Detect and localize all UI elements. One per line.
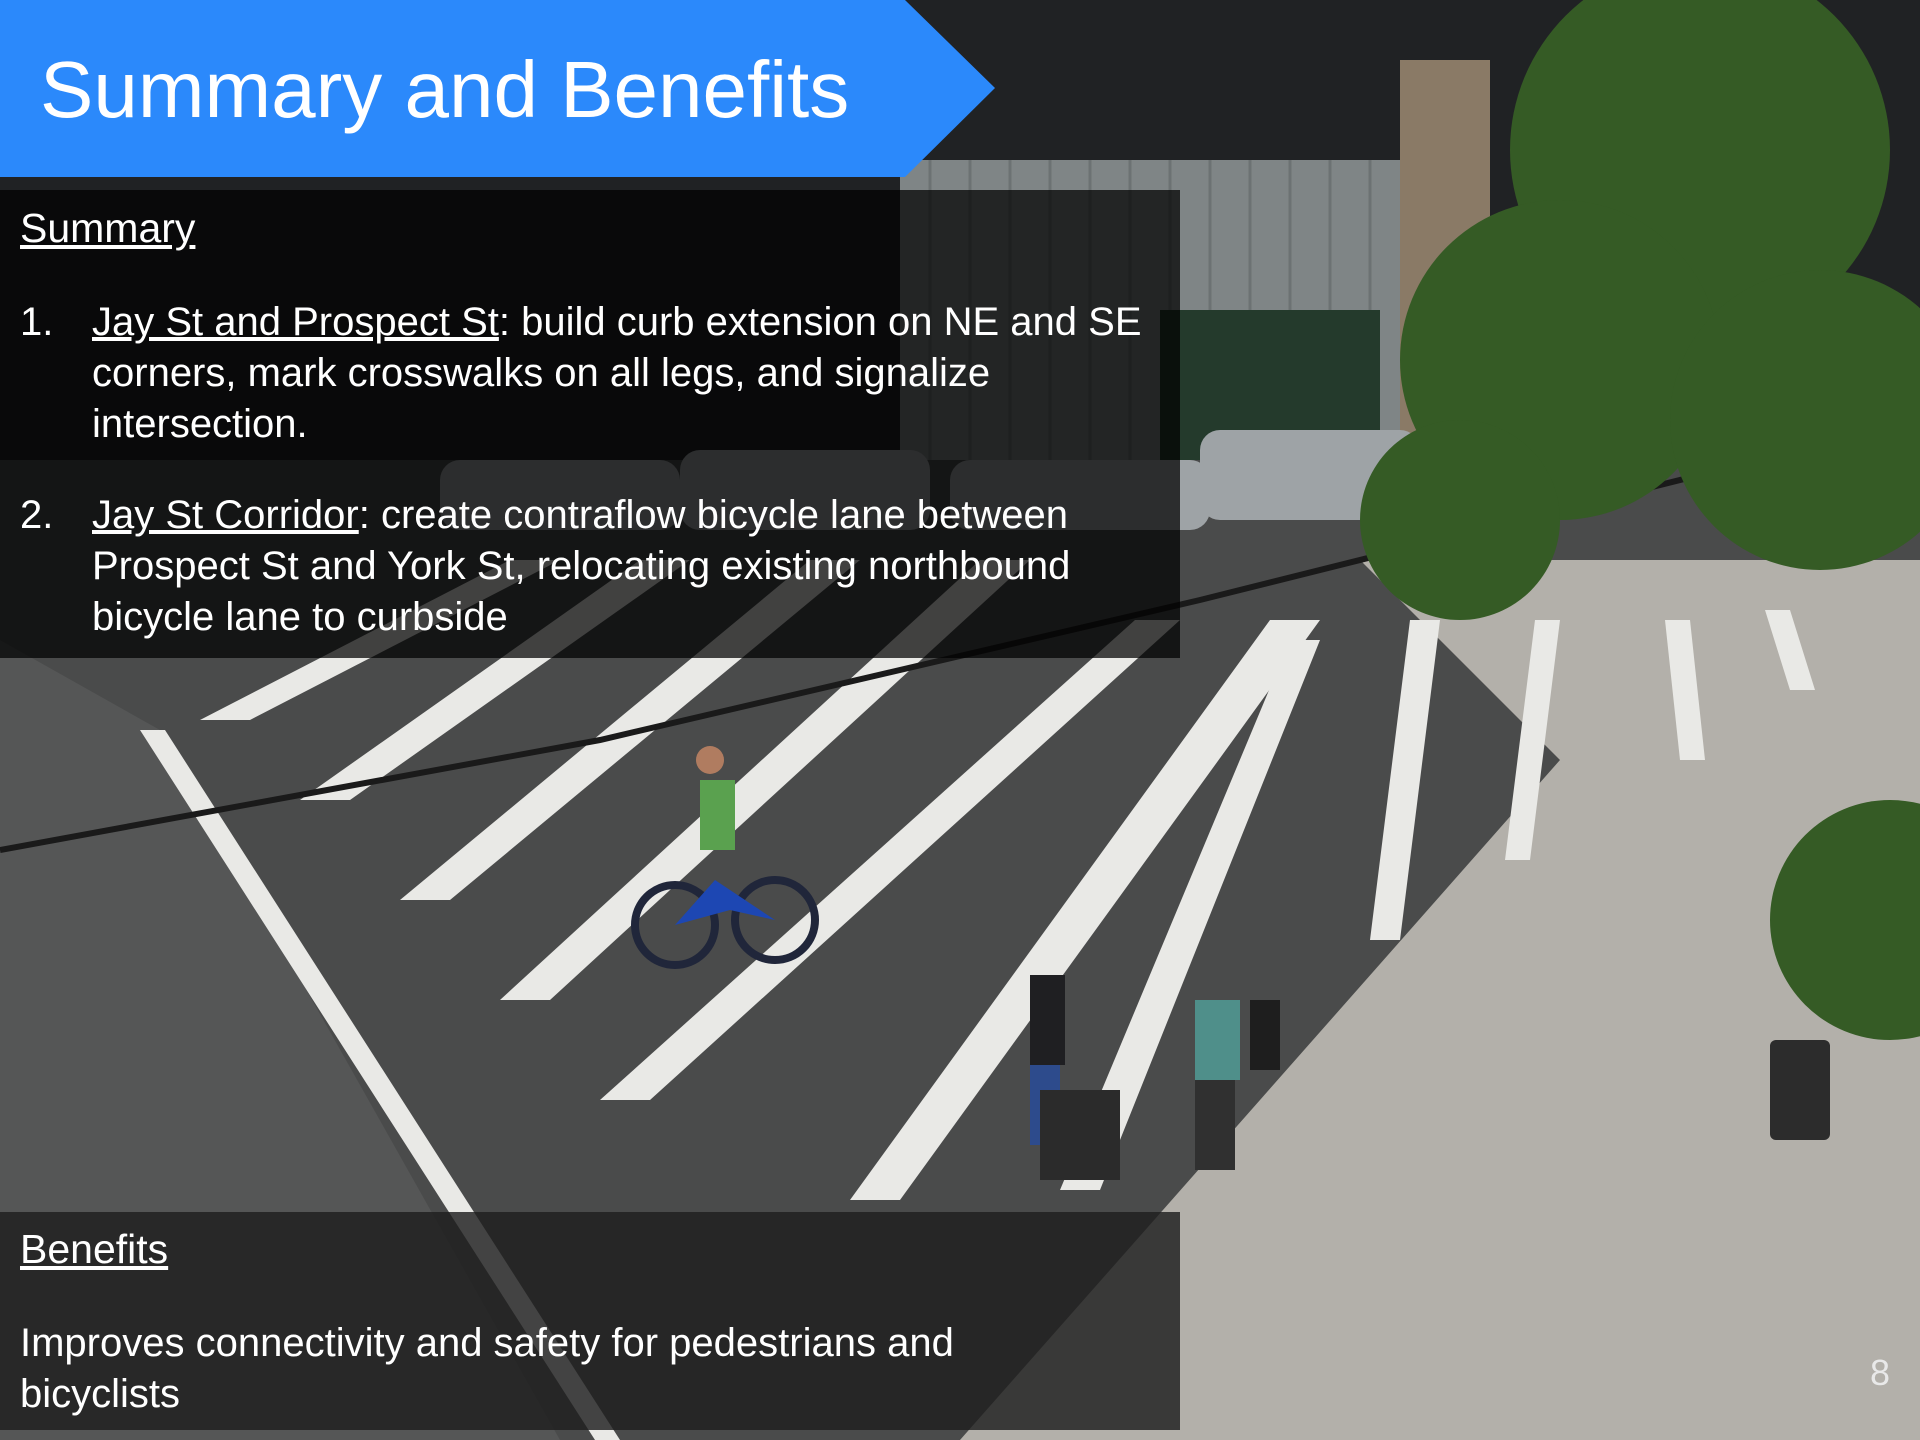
- summary-item-number: 1.: [20, 300, 54, 344]
- summary-item: 2. Jay St Corridor: create contraflow bi…: [20, 490, 1170, 650]
- summary-panel: Summary 1. Jay St and Prospect St: build…: [0, 190, 1180, 658]
- summary-item-number: 2.: [20, 493, 54, 537]
- summary-item-link-text: Jay St and Prospect St: [92, 300, 499, 344]
- benefits-text: Improves connectivity and safety for ped…: [20, 1321, 954, 1416]
- page-number: 8: [1870, 1352, 1891, 1393]
- summary-item-body: Jay St Corridor: create contraflow bicyc…: [92, 490, 1162, 643]
- slide: Summary and Benefits Summary 1. Jay St a…: [0, 0, 1920, 1440]
- summary-item-body: Jay St and Prospect St: build curb exten…: [92, 297, 1162, 450]
- summary-item-link-text: Jay St Corridor: [92, 493, 359, 537]
- benefits-heading: Benefits: [20, 1226, 169, 1272]
- summary-item: 1. Jay St and Prospect St: build curb ex…: [20, 297, 1170, 457]
- slide-title: Summary and Benefits: [40, 45, 850, 134]
- benefits-panel: Benefits Improves connectivity and safet…: [0, 1212, 1180, 1430]
- summary-heading: Summary: [20, 205, 196, 251]
